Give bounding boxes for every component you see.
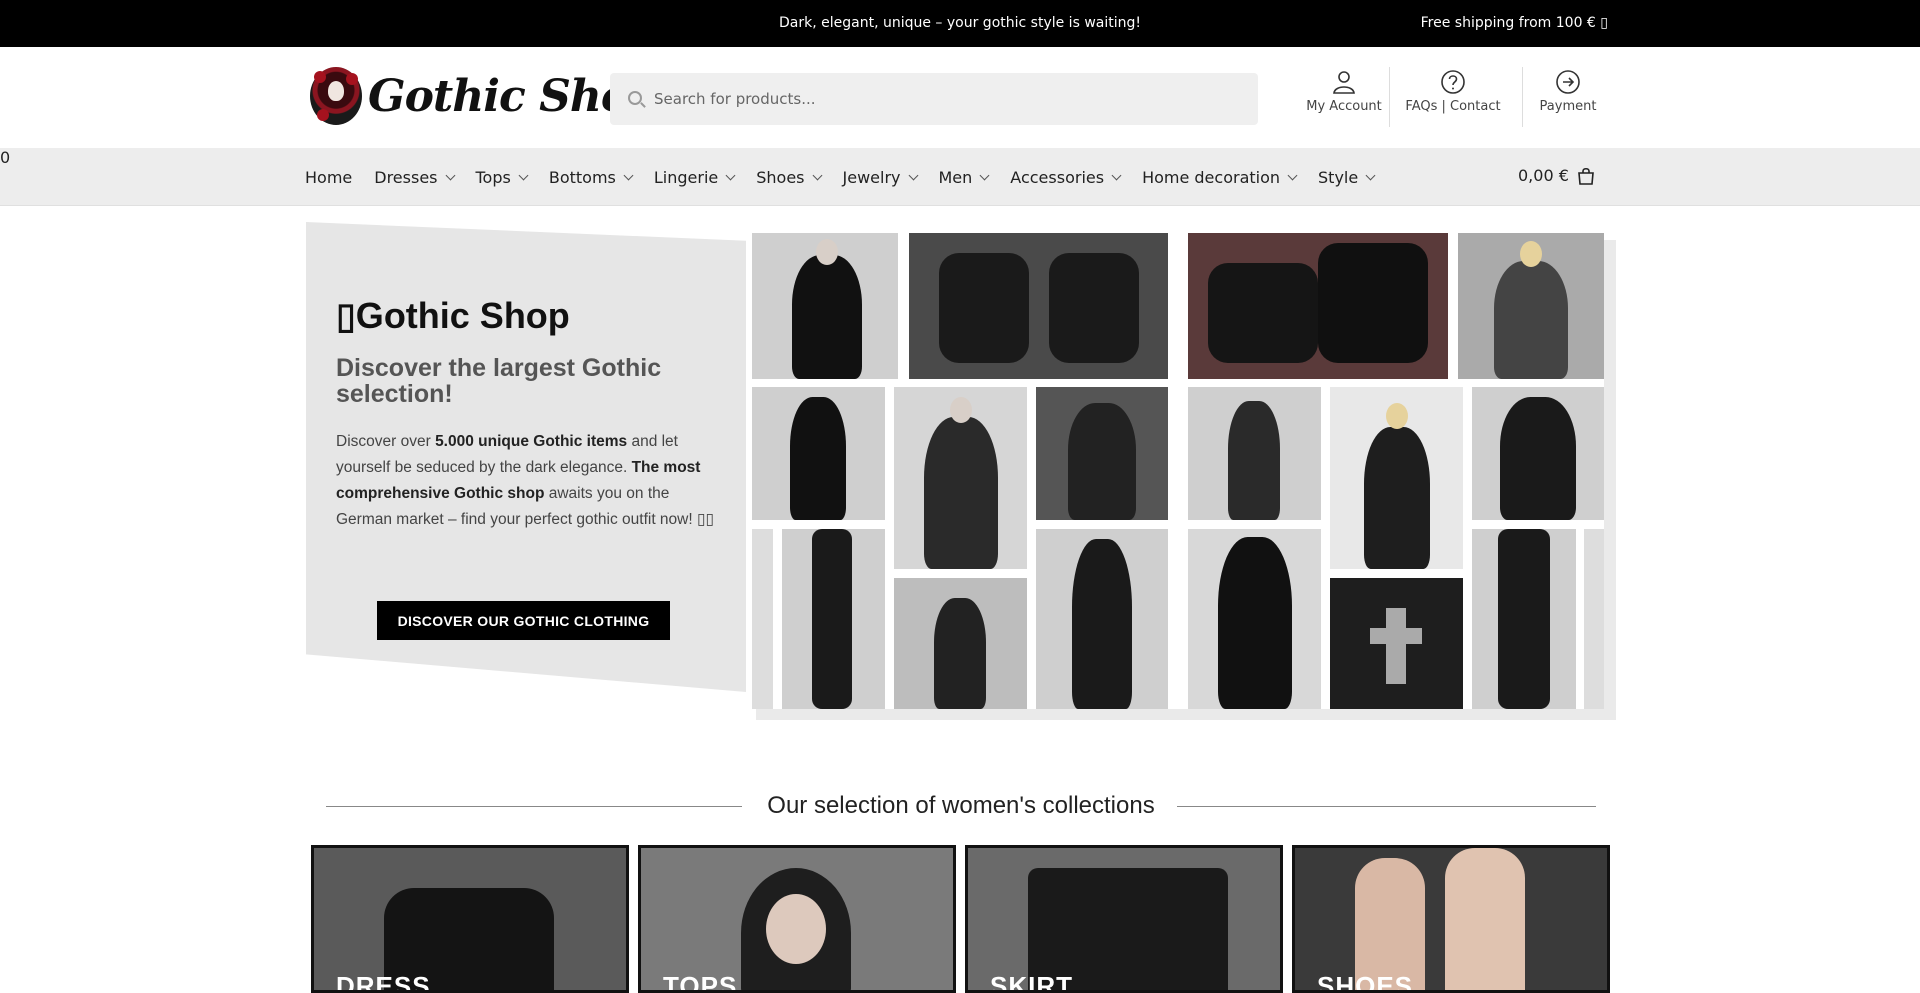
collage-photo-leather-pants[interactable] (782, 529, 885, 709)
collection-label: DRESS (336, 971, 431, 993)
nav-item-label: Accessories (1010, 167, 1105, 187)
shopping-bag-icon (1578, 167, 1594, 185)
nav-item-label: Home decoration (1142, 167, 1281, 187)
nav-item-label: Tops (475, 167, 511, 187)
faq-contact-label: FAQs | Contact (1405, 99, 1501, 114)
collage-photo-mens-shirt[interactable] (1188, 387, 1321, 520)
nav-item-shoes[interactable]: Shoes (756, 167, 822, 187)
nav-item-label: Lingerie (653, 167, 719, 187)
nav-item-label: Bottoms (548, 167, 616, 187)
user-icon (1333, 71, 1355, 94)
collage-photo-platform-boots[interactable] (909, 233, 1168, 379)
collections-heading: Our selection of women's collections (326, 792, 1596, 822)
nav-item-home-decoration[interactable]: Home decoration (1142, 167, 1298, 187)
chevron-down-icon (908, 170, 918, 180)
nav-item-tops[interactable]: Tops (475, 167, 529, 187)
nav-item-lingerie[interactable]: Lingerie (653, 167, 736, 187)
nav-item-label: Jewelry (842, 167, 901, 187)
hero-subtitle: Discover the largest Gothic selection! (336, 354, 662, 408)
nav-item-style[interactable]: Style (1318, 167, 1376, 187)
chevron-down-icon (1287, 170, 1298, 180)
site-logo[interactable]: Gothic Shop (310, 67, 660, 125)
nav-item-label: Shoes (756, 167, 805, 187)
help-circle-icon (1441, 70, 1465, 94)
nav-menu: Home Dresses Tops Bottoms Lingerie Shoes Jewel… (305, 148, 1396, 206)
search-input[interactable] (654, 73, 1244, 125)
chevron-down-icon (445, 170, 455, 180)
collage-photo-sleeveless-vest[interactable] (1330, 387, 1463, 569)
nav-item-bottoms[interactable]: Bottoms (548, 167, 634, 187)
hero-image-collage (752, 233, 1604, 709)
collage-photo-tshirt[interactable] (752, 233, 898, 379)
collection-card-skirt[interactable]: SKIRT (965, 845, 1283, 993)
collage-photo-graphic-shirt[interactable] (1036, 387, 1168, 520)
chevron-down-icon (518, 170, 529, 180)
discover-clothing-button[interactable]: DISCOVER OUR GOTHIC CLOTHING (377, 601, 670, 640)
main-navigation: Home Dresses Tops Bottoms Lingerie Shoes Jewel… (0, 148, 1920, 206)
chevron-down-icon (623, 170, 634, 180)
search-bar (610, 73, 1258, 125)
hero-description: Discover over 5.000 unique Gothic items … (336, 429, 726, 533)
my-account-link[interactable]: My Account (1290, 69, 1398, 114)
chevron-down-icon (812, 170, 822, 180)
collage-photo-bat-sweater[interactable] (894, 387, 1027, 569)
nav-item-label: Dresses (374, 167, 438, 187)
collage-photo-bodysuit[interactable] (894, 578, 1027, 709)
collage-photo-strip (752, 529, 773, 709)
heading-rule (326, 806, 742, 807)
collage-photo-hooded-cloak[interactable] (1188, 529, 1321, 709)
hero-text-block: ▯Gothic Shop Discover the largest Gothic… (336, 295, 726, 533)
hero-desc-highlight: 5.000 unique Gothic items (435, 433, 628, 450)
nav-item-home[interactable]: Home (305, 168, 352, 187)
my-account-label: My Account (1306, 99, 1382, 114)
collection-label: TOPS (663, 971, 738, 993)
search-icon[interactable] (628, 91, 642, 105)
heading-rule (1177, 806, 1596, 807)
payment-link[interactable]: Payment (1520, 69, 1616, 114)
nav-item-label: Men (938, 167, 973, 187)
collage-photo-cross-necklace[interactable] (1330, 578, 1463, 709)
site-header: Gothic Shop My Account FAQs | Contact Pa… (0, 47, 1920, 148)
collections-title: Our selection of women's collections (767, 792, 1155, 819)
logo-emblem-icon (310, 67, 362, 125)
chevron-down-icon (1365, 170, 1376, 180)
cart-button[interactable]: 0,00 € (1518, 166, 1595, 185)
nav-item-accessories[interactable]: Accessories (1010, 167, 1122, 187)
hero-title: ▯Gothic Shop (336, 295, 570, 336)
collection-label: SKIRT (990, 971, 1073, 993)
collage-photo-mesh-shirt[interactable] (1458, 233, 1604, 379)
collage-photo-strip (1584, 529, 1604, 709)
collage-photo-cargo-pants[interactable] (1472, 529, 1576, 709)
faq-contact-link[interactable]: FAQs | Contact (1390, 69, 1516, 114)
free-shipping-notice: Free shipping from 100 € ▯ (1420, 15, 1608, 31)
payment-label: Payment (1539, 99, 1597, 114)
collection-card-dress[interactable]: DRESS (311, 845, 629, 993)
nav-item-label: Style (1318, 167, 1359, 187)
announcement-message: Dark, elegant, unique – your gothic styl… (779, 15, 1141, 31)
nav-item-jewelry[interactable]: Jewelry (842, 167, 918, 187)
announcement-bar: Dark, elegant, unique – your gothic styl… (0, 0, 1920, 47)
chevron-down-icon (725, 170, 736, 180)
collage-photo-buckle-boots[interactable] (1188, 233, 1448, 379)
chevron-down-icon (1111, 170, 1122, 180)
cart-total: 0,00 € (1518, 166, 1569, 185)
collection-card-tops[interactable]: TOPS (638, 845, 956, 993)
arrow-right-circle-icon (1556, 70, 1580, 94)
hero-desc-part: Discover over (336, 433, 436, 450)
collection-label: SHOES (1317, 971, 1414, 993)
collage-photo-mask-outfit[interactable] (1036, 529, 1168, 709)
collage-photo-cross-jacket[interactable] (1472, 387, 1604, 520)
chevron-down-icon (979, 170, 990, 180)
nav-item-label: Home (305, 167, 353, 187)
collage-photo-black-dress[interactable] (752, 387, 885, 520)
collection-card-shoes[interactable]: SHOES (1292, 845, 1610, 993)
nav-item-dresses[interactable]: Dresses (374, 167, 455, 187)
nav-item-men[interactable]: Men (938, 167, 990, 187)
